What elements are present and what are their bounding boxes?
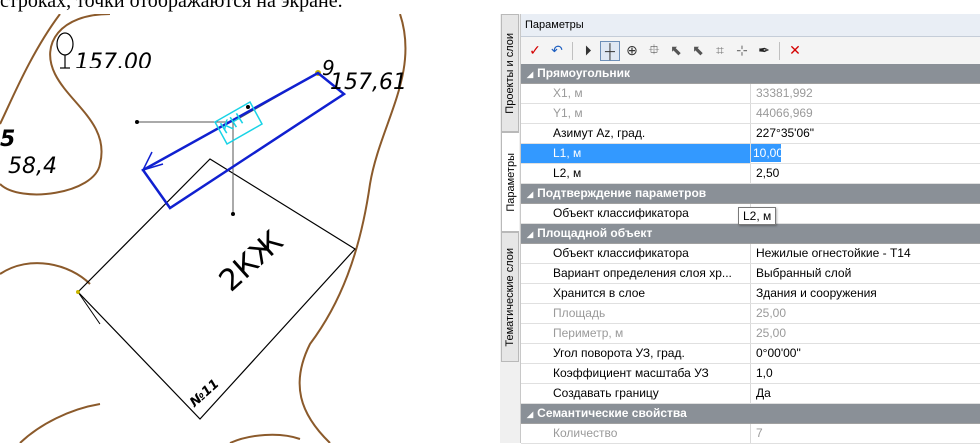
- property-name: L1, м: [521, 144, 751, 163]
- section-title: Подтверждение параметров: [537, 186, 707, 200]
- tab-projects-layers-label: Проекты и слои: [504, 32, 516, 114]
- property-name: Вариант определения слоя хр...: [521, 264, 751, 283]
- parameters-content: Параметры ✓ ↶ ⏵ ┼ ⊕ ⯐ ⬉ ⬉ ⌗ ⊹ ✒ ✕ ◢ Прямоугольник X1,…: [521, 14, 980, 444]
- property-value[interactable]: Нежилые огнестойкие - Т14: [751, 244, 980, 263]
- elevation-label-top: 157,00: [75, 50, 152, 68]
- property-row[interactable]: Угол поворота УЗ, град. 0°00'00": [521, 344, 980, 364]
- property-name: Хранится в слое: [521, 284, 751, 303]
- property-row[interactable]: Площадь 25,00: [521, 304, 980, 324]
- collapse-triangle-icon[interactable]: ◢: [527, 230, 533, 239]
- property-name: Объект классификатора: [521, 204, 751, 223]
- property-row[interactable]: Объект классификатора Нежилые огнестойкие…: [521, 244, 980, 264]
- property-value-input[interactable]: [751, 144, 980, 162]
- undo-arrow-icon[interactable]: ↶: [547, 41, 567, 61]
- property-value[interactable]: 1,0: [751, 364, 980, 383]
- map-drawing: [0, 14, 407, 443]
- property-row[interactable]: X1, м 33381,992: [521, 84, 980, 104]
- parameters-toolbar: ✓ ↶ ⏵ ┼ ⊕ ⯐ ⬉ ⬉ ⌗ ⊹ ✒ ✕: [521, 37, 980, 65]
- elevation-label-right: 157,61: [330, 70, 407, 95]
- property-row[interactable]: Количество 7: [521, 424, 980, 444]
- section-header[interactable]: ◢ Площадной объект: [521, 224, 980, 244]
- property-value[interactable]: а: [751, 204, 980, 223]
- property-name: Y1, м: [521, 104, 751, 123]
- property-name: Угол поворота УЗ, град.: [521, 344, 751, 363]
- collapse-triangle-icon[interactable]: ◢: [527, 410, 533, 419]
- property-row[interactable]: L2, м 2,50: [521, 164, 980, 184]
- eyedropper-icon[interactable]: ✒: [754, 41, 774, 61]
- close-icon[interactable]: ✕: [785, 41, 805, 61]
- elevation-label-left: 58,4: [8, 154, 57, 179]
- property-value[interactable]: 0°00'00": [751, 344, 980, 363]
- toolbar-separator: [779, 41, 780, 60]
- parameters-panel: Проекты и слои Параметры Тематические сл…: [500, 14, 980, 444]
- property-name: Периметр, м: [521, 324, 751, 343]
- property-name: Азимут Az, град.: [521, 124, 751, 143]
- selected-rectangle: [141, 71, 347, 210]
- property-row[interactable]: Создавать границу Да: [521, 384, 980, 404]
- property-value: 33381,992: [756, 86, 813, 100]
- tab-thematic-layers-label: Тематические слои: [504, 247, 516, 347]
- tab-thematic-layers[interactable]: Тематические слои: [501, 232, 519, 362]
- property-value[interactable]: 2,50: [751, 164, 980, 183]
- property-row[interactable]: L1, м: [521, 144, 980, 164]
- crosshair-snap-icon[interactable]: ┼: [600, 40, 620, 61]
- select-arrow-t-icon[interactable]: ⬉: [688, 41, 708, 61]
- property-value[interactable]: Здания и сооружения: [751, 284, 980, 303]
- section-title: Прямоугольник: [537, 66, 631, 80]
- property-row[interactable]: Коэффициент масштаба УЗ 1,0: [521, 364, 980, 384]
- property-name: Объект классификатора: [521, 244, 751, 263]
- property-name: Коэффициент масштаба УЗ: [521, 364, 751, 383]
- collapse-triangle-icon[interactable]: ◢: [527, 70, 533, 79]
- property-value: 7: [756, 426, 763, 440]
- property-value: 25,00: [756, 326, 787, 340]
- property-row[interactable]: Азимут Az, град. 227°35'06": [521, 124, 980, 144]
- diamond-cross-icon[interactable]: ⯐: [644, 41, 664, 61]
- left-edge-label: 5: [0, 127, 16, 152]
- property-name: Площадь: [521, 304, 751, 323]
- section-header[interactable]: ◢ Семантические свойства: [521, 404, 980, 424]
- property-value: 25,00: [756, 306, 787, 320]
- circle-cross-icon[interactable]: ⊕: [622, 41, 642, 61]
- section-title: Площадной объект: [537, 226, 653, 240]
- property-name: X1, м: [521, 84, 751, 103]
- contour-line-lower: [0, 262, 101, 443]
- property-row[interactable]: Периметр, м 25,00: [521, 324, 980, 344]
- collapse-triangle-icon[interactable]: ◢: [527, 190, 533, 199]
- property-value[interactable]: Да: [751, 384, 980, 403]
- grid-snap-icon[interactable]: ⌗: [710, 41, 730, 61]
- tree-symbol: [56, 32, 74, 69]
- property-name: L2, м: [521, 164, 751, 183]
- check-icon[interactable]: ✓: [525, 41, 545, 61]
- section-title: Семантические свойства: [537, 406, 687, 420]
- property-row[interactable]: Вариант определения слоя хр... Выбранный …: [521, 264, 980, 284]
- section-header[interactable]: ◢ Подтверждение параметров: [521, 184, 980, 204]
- property-row[interactable]: Y1, м 44066,969: [521, 104, 980, 124]
- next-vertex-icon[interactable]: ⏵: [578, 41, 598, 61]
- property-name: Создавать границу: [521, 384, 751, 403]
- property-value-cell[interactable]: [751, 144, 980, 163]
- toolbar-separator: [572, 41, 573, 60]
- tooltip: L2, м: [738, 207, 777, 225]
- property-value[interactable]: Выбранный слой: [751, 264, 980, 283]
- tab-parameters-label: Параметры: [504, 152, 517, 212]
- vertical-tab-strip: Проекты и слои Параметры Тематические сл…: [500, 14, 521, 443]
- select-arrow-icon[interactable]: ⬉: [666, 41, 686, 61]
- property-value: 44066,969: [756, 106, 813, 120]
- contour-line-bottom: [229, 433, 301, 443]
- property-row[interactable]: Хранится в слое Здания и сооружения: [521, 284, 980, 304]
- tab-projects-layers[interactable]: Проекты и слои: [501, 14, 519, 132]
- property-grid: ◢ Прямоугольник X1, м 33381,992 Y1, м 44066,9…: [521, 64, 980, 444]
- map-canvas[interactable]: 157,00 9 157,61 58,4 5 2КЖ КН №11: [0, 14, 490, 443]
- tab-parameters[interactable]: Параметры: [501, 132, 519, 232]
- contour-line-outer: [0, 14, 61, 125]
- document-text-line: строках, точки отображаются на экране.: [0, 0, 343, 12]
- panel-title: Параметры: [521, 14, 980, 37]
- property-value[interactable]: 227°35'06": [751, 124, 980, 143]
- section-header[interactable]: ◢ Прямоугольник: [521, 64, 980, 84]
- property-name: Количество: [521, 424, 751, 443]
- vertex-insert-icon[interactable]: ⊹: [732, 41, 752, 61]
